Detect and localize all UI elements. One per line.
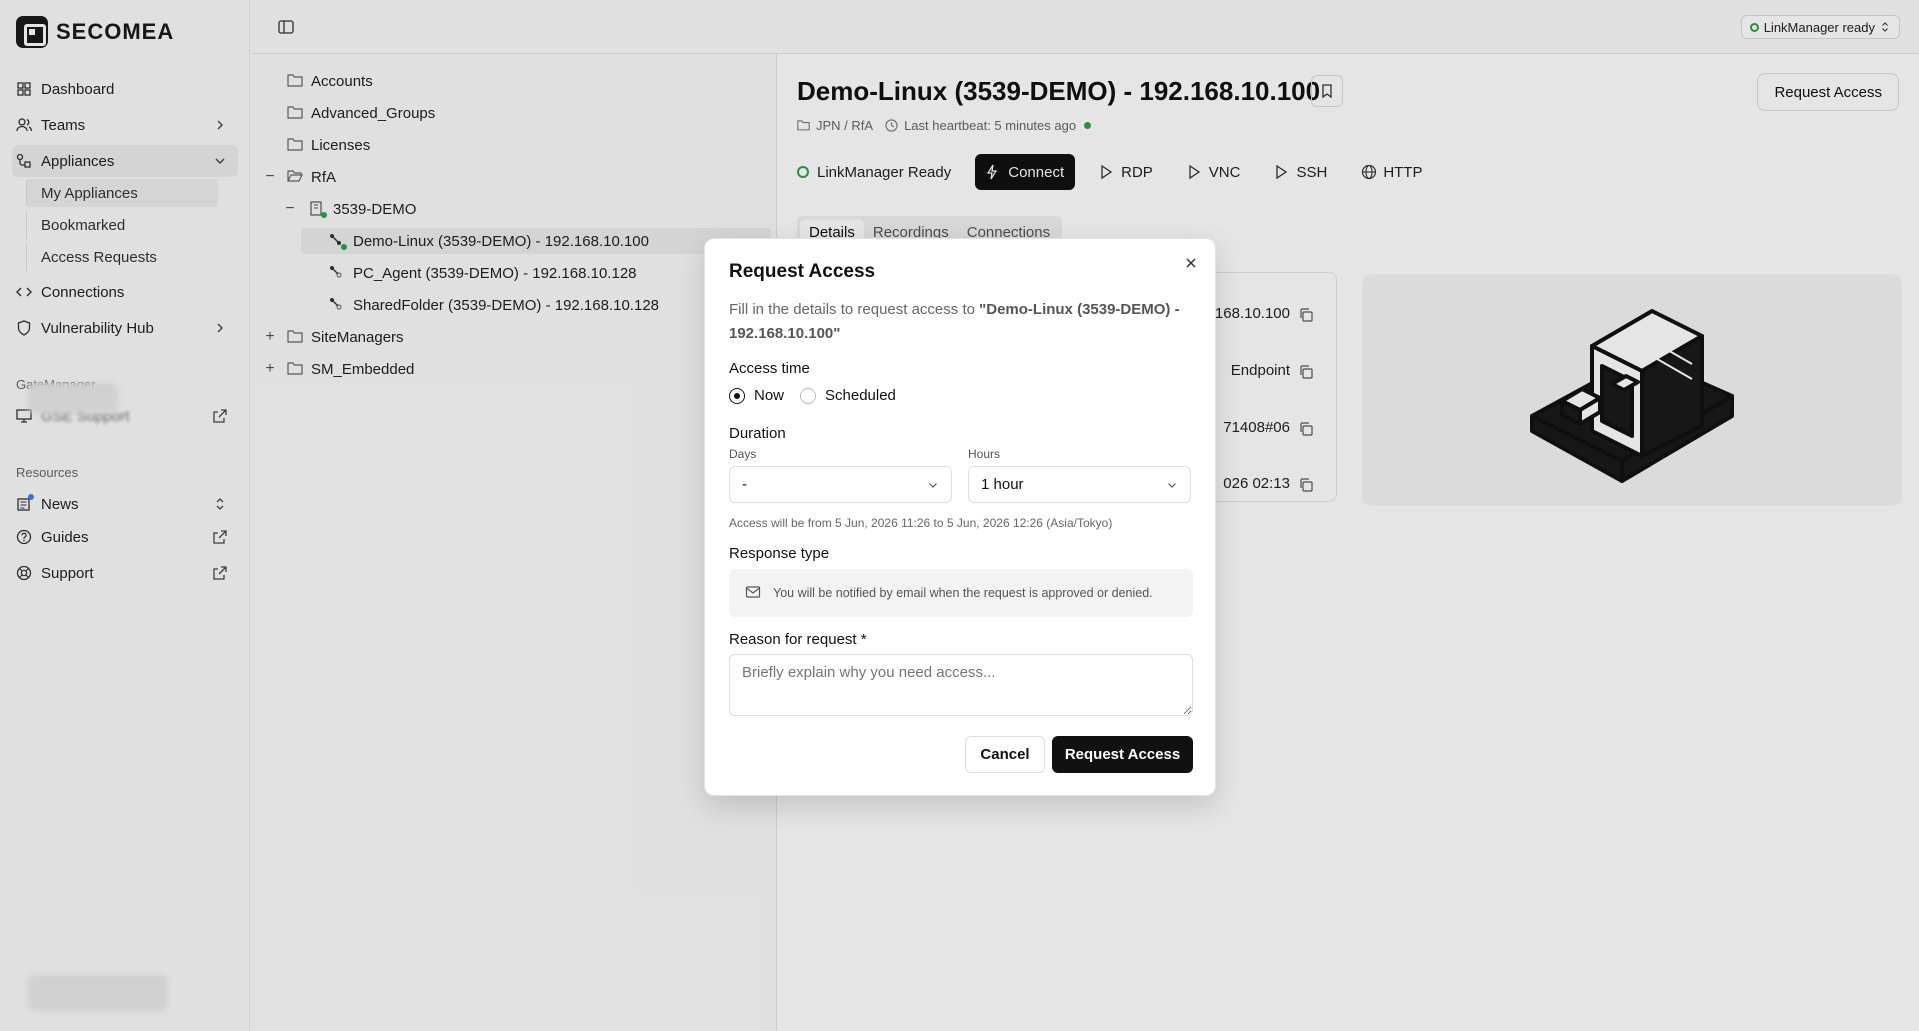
radio-label: Now — [754, 387, 785, 404]
duration-label: Duration — [729, 425, 786, 442]
response-type-text: You will be notified by email when the r… — [773, 586, 1153, 600]
hours-select[interactable]: 1 hour — [968, 466, 1191, 503]
close-icon[interactable] — [1183, 255, 1199, 271]
days-select[interactable]: - — [729, 466, 952, 503]
access-time-label: Access time — [729, 360, 810, 377]
days-label: Days — [729, 447, 757, 461]
hours-select-value: 1 hour — [981, 476, 1024, 493]
access-window-text: Access will be from 5 Jun, 2026 11:26 to… — [729, 516, 1113, 530]
radio-selected-icon — [729, 387, 745, 404]
access-time-scheduled-radio[interactable]: Scheduled — [800, 387, 896, 404]
days-select-value: - — [742, 476, 747, 493]
radio-unselected-icon — [800, 387, 816, 404]
access-time-now-radio[interactable]: Now — [729, 387, 784, 404]
dialog-description: Fill in the details to request access to… — [729, 298, 1197, 346]
chevron-down-icon — [929, 483, 937, 488]
submit-request-access-button[interactable]: Request Access — [1052, 736, 1193, 773]
response-type-info: You will be notified by email when the r… — [729, 569, 1193, 617]
description-prefix: Fill in the details to request access to — [729, 301, 980, 318]
reason-textarea[interactable] — [729, 654, 1193, 716]
reason-label: Reason for request * — [729, 631, 867, 648]
chevron-down-icon — [1168, 483, 1176, 488]
mail-icon — [745, 585, 761, 601]
radio-label: Scheduled — [825, 387, 896, 404]
request-access-dialog: Request Access Fill in the details to re… — [704, 238, 1216, 796]
hours-label: Hours — [968, 447, 1001, 461]
response-type-label: Response type — [729, 545, 830, 562]
dialog-title: Request Access — [729, 261, 876, 282]
cancel-button[interactable]: Cancel — [965, 736, 1045, 773]
